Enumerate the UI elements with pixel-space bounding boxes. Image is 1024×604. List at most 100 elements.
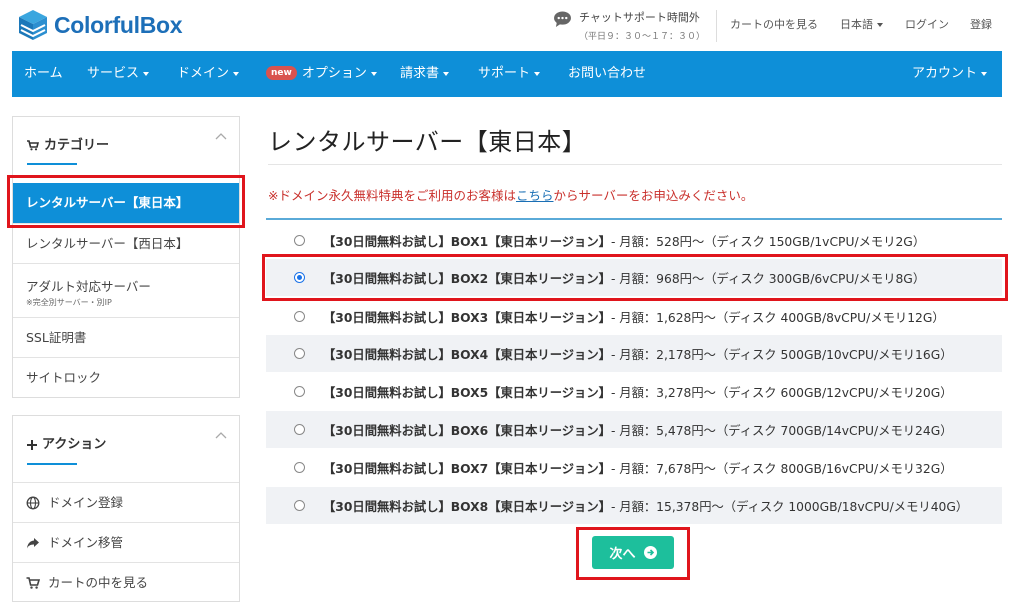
plan-radio[interactable] <box>294 424 305 435</box>
category-panel: カテゴリー レンタルサーバー【東日本】 レンタルサーバー【西日本】 アダルト対応… <box>12 116 240 398</box>
share-arrow-icon <box>27 537 39 548</box>
notice-text-after: からサーバーをお申込みください。 <box>553 188 754 203</box>
nav-options[interactable]: new オプション <box>266 51 377 97</box>
plan-row-box6[interactable]: 【30日間無料お試し】BOX6【東日本リージョン】 - 月額：5,478円〜（デ… <box>266 411 1002 448</box>
globe-icon <box>26 496 40 509</box>
nav-home[interactable]: ホーム <box>24 51 63 97</box>
notice-link[interactable]: こちら <box>516 188 554 203</box>
category-item-rental-west[interactable]: レンタルサーバー【西日本】 <box>13 223 239 263</box>
logo-text: ColorfulBox <box>54 11 183 38</box>
action-domain-register[interactable]: ドメイン登録 <box>13 482 239 522</box>
plan-row-box5[interactable]: 【30日間無料お試し】BOX5【東日本リージョン】 - 月額：3,278円〜（デ… <box>266 373 1002 410</box>
nav-account-label: アカウント <box>912 66 978 81</box>
plan-detail: - 月額：968円〜（ディスク 300GB/6vCPU/メモリ8G） <box>610 271 926 286</box>
category-item-note: ※完全別サーバー・別IP <box>26 298 112 307</box>
domain-notice: ※ドメイン永久無料特典をご利用のお客様はこちらからサーバーをお申込みください。 <box>268 185 753 204</box>
category-title-underline <box>27 163 77 165</box>
plan-detail: - 月額：3,278円〜（ディスク 600GB/12vCPU/メモリ20G） <box>610 385 953 400</box>
action-label: ドメイン移管 <box>48 535 124 550</box>
category-title: カテゴリー <box>44 138 110 153</box>
plan-detail: - 月額：528円〜（ディスク 150GB/1vCPU/メモリ2G） <box>610 234 926 249</box>
action-panel-header[interactable]: アクション <box>27 433 106 452</box>
category-item-ssl[interactable]: SSL証明書 <box>13 317 239 357</box>
action-title: アクション <box>42 437 107 452</box>
plan-name: 【30日間無料お試し】BOX8【東日本リージョン】 <box>323 499 611 514</box>
next-button-label: 次へ <box>609 547 636 562</box>
nav-contact[interactable]: お問い合わせ <box>568 51 646 97</box>
plus-icon <box>27 439 37 450</box>
nav-support-label: サポート <box>478 66 531 81</box>
language-label: 日本語 <box>840 18 873 31</box>
action-domain-transfer[interactable]: ドメイン移管 <box>13 522 239 562</box>
new-badge: new <box>266 65 297 80</box>
plan-row-box7[interactable]: 【30日間無料お試し】BOX7【東日本リージョン】 - 月額：7,678円〜（デ… <box>266 449 1002 486</box>
category-item-adult-server[interactable]: アダルト対応サーバー ※完全別サーバー・別IP <box>13 263 239 317</box>
next-button[interactable]: 次へ <box>592 536 674 569</box>
plan-row-box2[interactable]: 【30日間無料お試し】BOX2【東日本リージョン】 - 月額：968円〜（ディス… <box>266 259 1002 296</box>
plan-row-box4[interactable]: 【30日間無料お試し】BOX4【東日本リージョン】 - 月額：2,178円〜（デ… <box>266 335 1002 372</box>
header-divider <box>716 10 717 42</box>
plan-radio[interactable] <box>294 311 305 322</box>
nav-support[interactable]: サポート <box>478 51 541 97</box>
chat-status-label: チャットサポート時間外 <box>579 11 700 24</box>
view-cart-link[interactable]: カートの中を見る <box>730 16 818 32</box>
login-link[interactable]: ログイン <box>905 16 949 32</box>
cart-icon <box>27 140 40 151</box>
category-item-rental-east[interactable]: レンタルサーバー【東日本】 <box>13 183 239 223</box>
plan-name: 【30日間無料お試し】BOX6【東日本リージョン】 <box>323 423 611 438</box>
plan-radio[interactable] <box>294 348 305 359</box>
plan-name: 【30日間無料お試し】BOX2【東日本リージョン】 <box>323 271 611 286</box>
plan-radio-selected[interactable] <box>294 272 305 283</box>
arrow-right-circle-icon <box>643 546 657 559</box>
plan-row-box3[interactable]: 【30日間無料お試し】BOX3【東日本リージョン】 - 月額：1,628円〜（デ… <box>266 298 1002 335</box>
nav-domain-label: ドメイン <box>177 66 230 81</box>
chevron-down-icon <box>370 71 377 76</box>
nav-invoices-label: 請求書 <box>400 66 440 81</box>
action-label: カートの中を見る <box>48 575 149 590</box>
chevron-down-icon <box>534 71 541 76</box>
chevron-down-icon <box>233 71 240 76</box>
nav-services[interactable]: サービス <box>87 51 150 97</box>
chevron-down-icon <box>143 71 150 76</box>
main-nav: ホーム サービス ドメイン new オプション 請求書 サポート お問い合わせ ア… <box>12 51 1002 97</box>
category-item-label: アダルト対応サーバー <box>26 279 151 294</box>
plan-detail: - 月額：1,628円〜（ディスク 400GB/8vCPU/メモリ12G） <box>610 310 945 325</box>
plan-row-box1[interactable]: 【30日間無料お試し】BOX1【東日本リージョン】 - 月額：528円〜（ディス… <box>266 222 1002 259</box>
plan-name: 【30日間無料お試し】BOX3【東日本リージョン】 <box>323 310 611 325</box>
chevron-down-icon <box>443 71 450 76</box>
title-divider <box>268 164 1002 165</box>
chat-hours: （平日９：３０～１７：３０） <box>579 32 706 42</box>
category-panel-header[interactable]: カテゴリー <box>27 134 109 153</box>
nav-options-label: オプション <box>301 66 367 81</box>
chat-support-status[interactable]: チャットサポート時間外 （平日９：３０～１７：３０） <box>553 9 705 42</box>
chevron-up-icon[interactable] <box>215 431 227 439</box>
plan-radio[interactable] <box>294 386 305 397</box>
plan-name: 【30日間無料お試し】BOX4【東日本リージョン】 <box>323 347 611 362</box>
chevron-down-icon <box>877 23 883 27</box>
plan-name: 【30日間無料お試し】BOX7【東日本リージョン】 <box>323 461 611 476</box>
register-link[interactable]: 登録 <box>970 16 992 32</box>
plan-row-box8[interactable]: 【30日間無料お試し】BOX8【東日本リージョン】 - 月額：15,378円〜（… <box>266 487 1002 524</box>
nav-invoices[interactable]: 請求書 <box>400 51 450 97</box>
colorfulbox-logo-icon <box>19 10 47 40</box>
action-label: ドメイン登録 <box>48 495 124 510</box>
plan-detail: - 月額：15,378円〜（ディスク 1000GB/18vCPU/メモリ40G） <box>610 499 969 514</box>
chevron-down-icon <box>981 71 988 76</box>
plan-name: 【30日間無料お試し】BOX5【東日本リージョン】 <box>323 385 611 400</box>
category-item-sitelock[interactable]: サイトロック <box>13 357 239 397</box>
plan-detail: - 月額：2,178円〜（ディスク 500GB/10vCPU/メモリ16G） <box>610 347 953 362</box>
logo[interactable]: ColorfulBox <box>18 8 183 42</box>
plan-detail: - 月額：5,478円〜（ディスク 700GB/14vCPU/メモリ24G） <box>610 423 953 438</box>
plan-radio[interactable] <box>294 462 305 473</box>
plan-name: 【30日間無料お試し】BOX1【東日本リージョン】 <box>323 234 611 249</box>
plan-radio[interactable] <box>294 235 305 246</box>
action-panel: アクション ドメイン登録 ドメイン移管 カートの中を見る <box>12 415 240 602</box>
notice-text-before: ※ドメイン永久無料特典をご利用のお客様は <box>268 188 516 203</box>
plan-detail: - 月額：7,678円〜（ディスク 800GB/16vCPU/メモリ32G） <box>610 461 953 476</box>
language-selector[interactable]: 日本語 <box>840 16 883 32</box>
nav-account[interactable]: アカウント <box>912 51 988 97</box>
chevron-up-icon[interactable] <box>215 132 227 140</box>
plan-radio[interactable] <box>294 500 305 511</box>
action-view-cart[interactable]: カートの中を見る <box>13 562 239 602</box>
nav-domain[interactable]: ドメイン <box>177 51 240 97</box>
